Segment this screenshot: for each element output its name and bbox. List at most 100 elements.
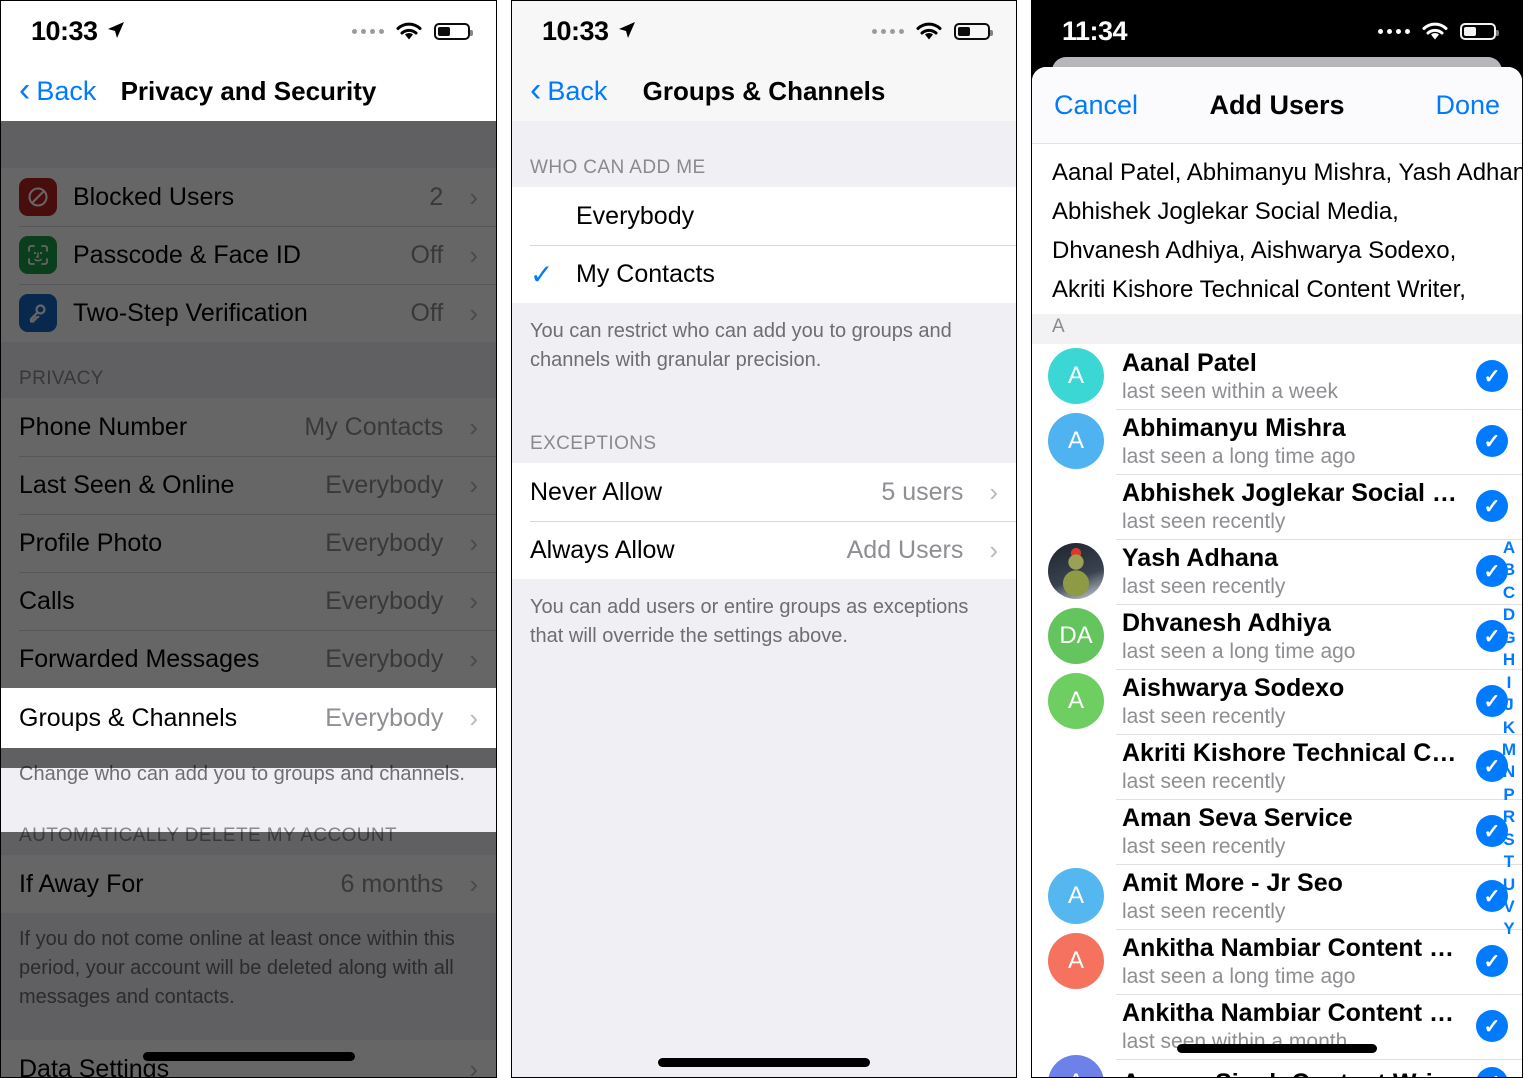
list-item[interactable]: A Amit More - Jr Seo last seen recently …: [1032, 863, 1522, 929]
avatar: [1048, 543, 1104, 599]
row-groups-and-channels-highlighted[interactable]: Groups & Channels Everybody ›: [1, 688, 496, 748]
contact-last-seen: last seen a long time ago: [1122, 964, 1356, 988]
list-item[interactable]: A Abhimanyu Mishra last seen a long time…: [1032, 408, 1522, 474]
row-label: Never Allow: [530, 477, 662, 506]
index-letter[interactable]: J: [1504, 694, 1513, 716]
index-letter[interactable]: P: [1503, 784, 1514, 806]
phone-panel-groups-channels: 10:33 ‹ Back Groups & Channels WHO CAN A…: [511, 0, 1017, 1078]
index-letter[interactable]: Y: [1503, 918, 1514, 940]
avatar: [1048, 803, 1104, 859]
avatar: A: [1048, 868, 1104, 924]
index-letter[interactable]: U: [1503, 874, 1515, 896]
row-passcode-face-id[interactable]: Passcode & Face ID Off ›: [1, 226, 496, 284]
row-value: Everybody: [325, 703, 444, 732]
index-letter[interactable]: G: [1502, 627, 1515, 649]
home-indicator-panel3: [1177, 1044, 1377, 1053]
back-label: Back: [36, 75, 97, 106]
avatar-initials: A: [1068, 1069, 1084, 1078]
signal-dots-icon: [352, 28, 384, 34]
index-letter[interactable]: B: [1503, 559, 1515, 581]
index-letter[interactable]: R: [1503, 806, 1515, 828]
exceptions-footnote: You can add users or entire groups as ex…: [530, 596, 969, 647]
index-letter[interactable]: C: [1503, 582, 1515, 604]
checkmark-selected-icon[interactable]: ✓: [1476, 360, 1508, 392]
avatar-initials: A: [1067, 947, 1084, 974]
contact-name: Apurva Singh Content Writer: [1122, 1069, 1458, 1078]
contact-name: Aanal Patel: [1122, 348, 1257, 377]
index-letter[interactable]: D: [1503, 604, 1515, 626]
option-label: Everybody: [576, 201, 695, 230]
row-forwarded-messages[interactable]: Forwarded Messages Everybody ›: [1, 630, 496, 688]
who-can-add-me-footnote: You can restrict who can add you to grou…: [530, 320, 952, 371]
row-two-step-verification[interactable]: Two-Step Verification Off ›: [1, 284, 496, 342]
contact-last-seen: last seen recently: [1122, 574, 1286, 598]
row-phone-number[interactable]: Phone Number My Contacts ›: [1, 398, 496, 456]
chevron-right-icon: ›: [989, 476, 998, 507]
row-value: Everybody: [325, 528, 444, 557]
back-button-panel2[interactable]: ‹ Back: [530, 73, 607, 107]
wifi-icon: [394, 20, 424, 42]
chevron-right-icon: ›: [469, 1053, 478, 1078]
checkmark-selected-icon[interactable]: ✓: [1476, 1066, 1508, 1077]
avatar: [1048, 998, 1104, 1054]
contacts-list[interactable]: A Aanal Patel last seen within a week ✓ …: [1032, 343, 1522, 1078]
list-item[interactable]: A Apurva Singh Content Writer ✓: [1032, 1054, 1522, 1078]
option-everybody[interactable]: ✓ Everybody: [512, 187, 1016, 245]
section-header-letter: A: [1032, 313, 1522, 344]
status-time: 10:33: [542, 15, 609, 46]
index-letter[interactable]: A: [1503, 537, 1515, 559]
row-if-away-for[interactable]: If Away For 6 months ›: [1, 855, 496, 913]
settings-scroll-panel2[interactable]: WHO CAN ADD ME ✓ Everybody ✓ My Contacts…: [512, 121, 1016, 1077]
row-calls[interactable]: Calls Everybody ›: [1, 572, 496, 630]
index-letter[interactable]: M: [1502, 739, 1516, 761]
signal-dots-icon: [1378, 28, 1410, 34]
contact-last-seen: last seen a long time ago: [1122, 444, 1356, 468]
list-item[interactable]: A Aanal Patel last seen within a week ✓: [1032, 343, 1522, 409]
contact-last-seen: last seen recently: [1122, 704, 1286, 728]
list-item[interactable]: Abhishek Joglekar Social Media last seen…: [1032, 473, 1522, 539]
status-time: 10:33: [31, 15, 98, 46]
row-profile-photo[interactable]: Profile Photo Everybody ›: [1, 514, 496, 572]
checkmark-selected-icon[interactable]: ✓: [1476, 1010, 1508, 1042]
contact-last-seen: last seen recently: [1122, 509, 1286, 533]
token-line: Akriti Kishore Technical Content Writer,: [1052, 275, 1466, 303]
add-users-modal-sheet: Cancel Add Users Done Aanal Patel, Abhim…: [1032, 67, 1522, 1077]
list-item[interactable]: A Ankitha Nambiar Content Writer last se…: [1032, 928, 1522, 994]
checkmark-selected-icon[interactable]: ✓: [1476, 490, 1508, 522]
alphabet-index-scrubber[interactable]: A B C D G H I J K M N P R S T U V Y: [1498, 537, 1520, 941]
index-letter[interactable]: I: [1507, 672, 1512, 694]
checkmark-selected-icon[interactable]: ✓: [1476, 425, 1508, 457]
chevron-right-icon: ›: [469, 239, 478, 270]
index-letter[interactable]: S: [1503, 829, 1514, 851]
location-arrow-icon: [106, 16, 126, 47]
list-item[interactable]: Yash Adhana last seen recently ✓: [1032, 538, 1522, 604]
option-my-contacts[interactable]: ✓ My Contacts: [512, 245, 1016, 303]
list-item[interactable]: Akriti Kishore Technical Conten… last se…: [1032, 733, 1522, 799]
chevron-left-icon: ‹: [19, 70, 31, 109]
avatar: A: [1048, 348, 1104, 404]
list-item[interactable]: Aman Seva Service last seen recently ✓: [1032, 798, 1522, 864]
row-always-allow[interactable]: Always Allow Add Users ›: [512, 521, 1016, 579]
settings-scroll-panel1[interactable]: Blocked Users 2 › Passcode & Face ID Off…: [1, 121, 496, 1078]
row-last-seen-online[interactable]: Last Seen & Online Everybody ›: [1, 456, 496, 514]
row-value: Off: [410, 298, 444, 327]
phone-panel-privacy-security: 10:33 ‹ Back Privacy and Security Blocke…: [0, 0, 497, 1078]
row-label: Always Allow: [530, 535, 675, 564]
row-never-allow[interactable]: Never Allow 5 users ›: [512, 463, 1016, 521]
index-letter[interactable]: N: [1503, 761, 1515, 783]
index-letter[interactable]: H: [1503, 649, 1515, 671]
index-letter[interactable]: K: [1503, 717, 1515, 739]
home-indicator-panel2: [658, 1058, 870, 1067]
back-button-panel1[interactable]: ‹ Back: [19, 70, 97, 109]
contact-name: Aman Seva Service: [1122, 803, 1353, 832]
contact-name: Ankitha Nambiar Content Writer: [1122, 933, 1458, 962]
avatar-initials: A: [1067, 687, 1084, 714]
list-item[interactable]: A Aishwarya Sodexo last seen recently ✓: [1032, 668, 1522, 734]
chevron-right-icon: ›: [469, 702, 478, 733]
checkmark-selected-icon[interactable]: ✓: [1476, 945, 1508, 977]
index-letter[interactable]: T: [1504, 851, 1514, 873]
selected-users-token-field[interactable]: Aanal Patel, Abhimanyu Mishra, Yash Adha…: [1032, 143, 1522, 314]
list-item[interactable]: DA Dhvanesh Adhiya last seen a long time…: [1032, 603, 1522, 669]
index-letter[interactable]: V: [1503, 896, 1514, 918]
row-blocked-users[interactable]: Blocked Users 2 ›: [1, 168, 496, 226]
